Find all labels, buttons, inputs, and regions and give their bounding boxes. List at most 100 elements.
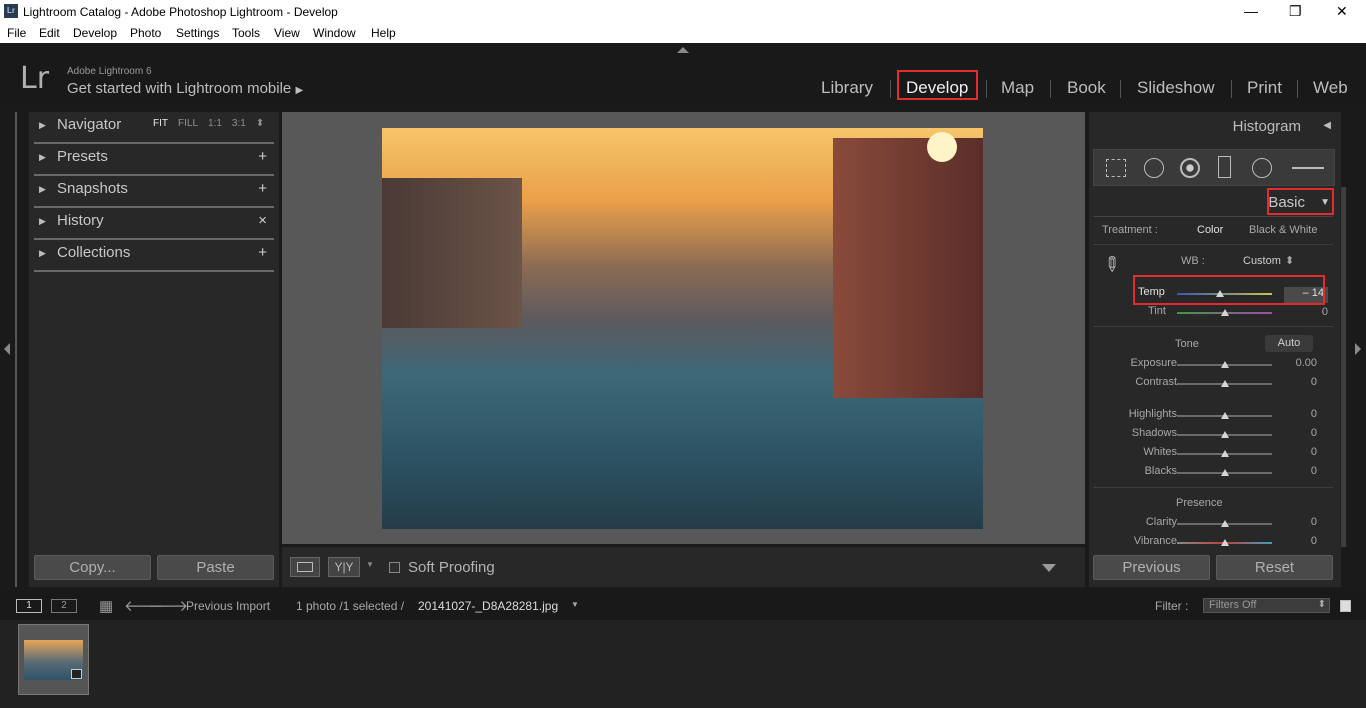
- shadows-slider[interactable]: [1177, 431, 1272, 438]
- presets-header[interactable]: ▶ Presets +: [29, 144, 279, 176]
- menu-tools[interactable]: Tools: [232, 26, 260, 40]
- navigator-label: Navigator: [57, 116, 122, 133]
- minimize-icon[interactable]: —: [1244, 3, 1258, 19]
- eyedropper-icon[interactable]: ✎: [1097, 250, 1127, 280]
- add-snapshot-icon[interactable]: +: [258, 180, 267, 197]
- histogram-collapse-icon[interactable]: ◀: [1323, 120, 1331, 131]
- tone-label: Tone: [1175, 338, 1199, 350]
- highlights-slider[interactable]: [1177, 412, 1272, 419]
- collections-header[interactable]: ▶ Collections +: [29, 240, 279, 272]
- loupe-view-icon[interactable]: [290, 557, 320, 577]
- before-after-button[interactable]: Y|Y: [328, 557, 360, 577]
- filename-label[interactable]: 20141027-_D8A28281.jpg: [418, 599, 558, 613]
- tint-slider-thumb[interactable]: [1220, 309, 1229, 316]
- menu-file[interactable]: File: [7, 26, 26, 40]
- whites-slider[interactable]: [1177, 450, 1272, 457]
- divider: [1093, 487, 1333, 488]
- scrollbar-thumb[interactable]: [1341, 187, 1346, 547]
- before-after-dropdown-icon[interactable]: ▼: [366, 560, 374, 569]
- previous-button[interactable]: Previous: [1093, 555, 1210, 580]
- venice-canal-photo[interactable]: [382, 128, 983, 529]
- wb-select[interactable]: Custom: [1243, 255, 1281, 267]
- clarity-slider[interactable]: [1177, 520, 1272, 527]
- crop-tool-icon[interactable]: [1106, 159, 1126, 177]
- restore-icon[interactable]: ❐: [1289, 3, 1302, 20]
- treatment-color-option[interactable]: Color: [1197, 224, 1223, 236]
- red-eye-icon[interactable]: [1180, 158, 1200, 178]
- exposure-slider[interactable]: [1177, 361, 1272, 368]
- adjustment-brush-icon[interactable]: [1292, 167, 1324, 169]
- navigator-header[interactable]: ▶ Navigator FIT FILL 1:1 3:1 ⬍: [29, 112, 279, 144]
- vibrance-slider-thumb[interactable]: [1220, 539, 1229, 546]
- history-header[interactable]: ▶ History ×: [29, 208, 279, 240]
- toolbar-menu-arrow-icon[interactable]: [1042, 564, 1056, 572]
- navigator-zoom-options: FIT FILL 1:1 3:1 ⬍: [153, 118, 274, 129]
- forward-arrow-icon[interactable]: 🡒: [148, 596, 188, 615]
- menu-settings[interactable]: Settings: [176, 26, 219, 40]
- spot-removal-icon[interactable]: [1144, 158, 1164, 178]
- menu-window[interactable]: Window: [313, 26, 356, 40]
- filter-select[interactable]: Filters Off ⬍: [1203, 598, 1330, 613]
- shadows-slider-thumb[interactable]: [1220, 431, 1229, 438]
- whites-slider-thumb[interactable]: [1220, 450, 1229, 457]
- histogram-label[interactable]: Histogram: [1233, 118, 1301, 135]
- paste-button[interactable]: Paste: [157, 555, 274, 580]
- photo-count: 1 photo /1 selected /: [296, 599, 405, 613]
- zoom-3-1[interactable]: 3:1: [232, 118, 246, 129]
- zoom-fill[interactable]: FILL: [178, 118, 198, 129]
- title-bar: Lr Lightroom Catalog - Adobe Photoshop L…: [0, 0, 1366, 23]
- contrast-slider[interactable]: [1177, 380, 1272, 387]
- window-1-button[interactable]: 1: [16, 599, 42, 613]
- vibrance-slider[interactable]: [1177, 539, 1272, 546]
- mobile-link[interactable]: Get started with Lightroom mobile ▶: [67, 80, 303, 97]
- contrast-slider-thumb[interactable]: [1220, 380, 1229, 387]
- zoom-fit[interactable]: FIT: [153, 118, 168, 129]
- menu-photo[interactable]: Photo: [130, 26, 161, 40]
- soft-proofing-label: Soft Proofing: [408, 559, 495, 576]
- snapshots-label: Snapshots: [57, 180, 128, 197]
- radial-filter-icon[interactable]: [1252, 158, 1272, 178]
- close-icon[interactable]: ✕: [1336, 3, 1348, 20]
- filter-lock-icon[interactable]: [1340, 600, 1351, 612]
- zoom-1-1[interactable]: 1:1: [208, 118, 222, 129]
- menu-develop[interactable]: Develop: [73, 26, 117, 40]
- treatment-bw-option[interactable]: Black & White: [1249, 224, 1317, 236]
- right-collapse-arrow-icon[interactable]: [1355, 343, 1361, 355]
- filmstrip-thumbnail[interactable]: [18, 624, 89, 695]
- clear-history-icon[interactable]: ×: [258, 212, 267, 229]
- module-library[interactable]: Library: [821, 78, 873, 98]
- blacks-slider-thumb[interactable]: [1220, 469, 1229, 476]
- blacks-slider[interactable]: [1177, 469, 1272, 476]
- snapshots-header[interactable]: ▶ Snapshots +: [29, 176, 279, 208]
- left-collapse-arrow-icon[interactable]: [4, 343, 10, 355]
- exposure-slider-thumb[interactable]: [1220, 361, 1229, 368]
- menu-view[interactable]: View: [274, 26, 300, 40]
- add-collection-icon[interactable]: +: [258, 244, 267, 261]
- add-preset-icon[interactable]: +: [258, 148, 267, 165]
- auto-tone-button[interactable]: Auto: [1265, 335, 1313, 352]
- grid-view-icon[interactable]: ▦: [99, 597, 113, 615]
- graduated-filter-icon[interactable]: [1218, 156, 1231, 178]
- module-web[interactable]: Web: [1313, 78, 1348, 98]
- menu-edit[interactable]: Edit: [39, 26, 60, 40]
- tint-slider[interactable]: [1177, 309, 1272, 316]
- wb-dropdown-icon[interactable]: ⬍: [1285, 254, 1294, 267]
- filename-dropdown-icon[interactable]: ▼: [571, 600, 579, 609]
- module-map[interactable]: Map: [1001, 78, 1034, 98]
- reset-button[interactable]: Reset: [1216, 555, 1333, 580]
- module-print[interactable]: Print: [1247, 78, 1282, 98]
- source-label[interactable]: Previous Import: [186, 599, 270, 613]
- module-slideshow[interactable]: Slideshow: [1137, 78, 1215, 98]
- window-2-button[interactable]: 2: [51, 599, 77, 613]
- zoom-more-icon[interactable]: ⬍: [256, 118, 264, 129]
- module-book[interactable]: Book: [1067, 78, 1106, 98]
- left-panel: ▶ Navigator FIT FILL 1:1 3:1 ⬍ ▶ Presets + ▶…: [29, 112, 279, 587]
- play-icon: ▶: [295, 85, 304, 96]
- right-panel-scrollbar[interactable]: [1340, 187, 1347, 547]
- menu-help[interactable]: Help: [371, 26, 396, 40]
- collapse-top-arrow-icon[interactable]: [677, 47, 689, 53]
- highlights-slider-thumb[interactable]: [1220, 412, 1229, 419]
- soft-proofing-checkbox[interactable]: [389, 562, 400, 573]
- copy-button[interactable]: Copy...: [34, 555, 151, 580]
- clarity-slider-thumb[interactable]: [1220, 520, 1229, 527]
